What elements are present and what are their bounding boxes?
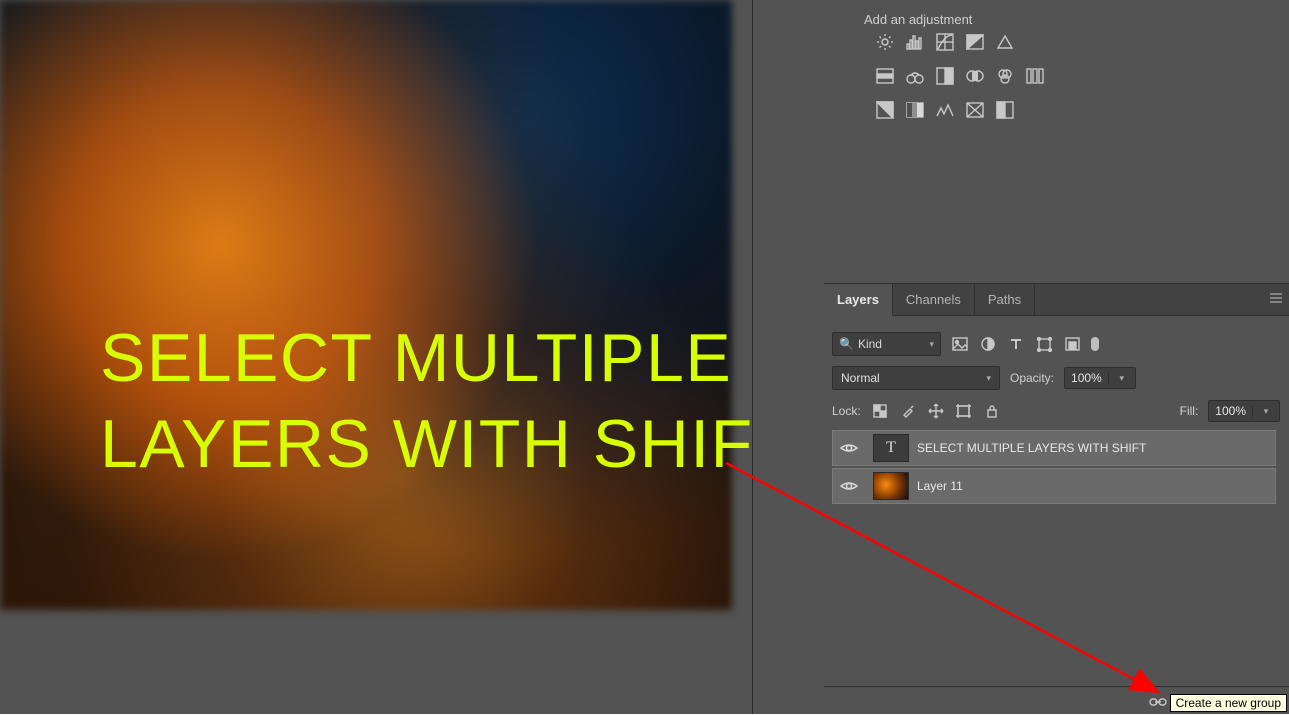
- filter-kind-dropdown[interactable]: 🔍 Kind ▾: [832, 332, 941, 356]
- blend-mode-value: Normal: [841, 371, 880, 385]
- layer-thumbnail-text-icon[interactable]: T: [873, 434, 909, 462]
- tab-layers[interactable]: Layers: [824, 284, 893, 316]
- chevron-down-icon: ▾: [986, 373, 991, 384]
- brightness-icon[interactable]: [876, 33, 894, 51]
- layers-tabbar: Layers Channels Paths: [824, 284, 1289, 316]
- layer-row[interactable]: T SELECT MULTIPLE LAYERS WITH SHIFT: [832, 430, 1276, 466]
- tooltip-create-group: Create a new group: [1170, 694, 1287, 712]
- vibrance-icon[interactable]: [876, 67, 894, 85]
- channel-mixer-icon[interactable]: [1026, 67, 1044, 85]
- threshold-icon[interactable]: [936, 101, 954, 119]
- right-panels: Add an adjustment: [824, 0, 1289, 716]
- posterize-icon[interactable]: [906, 101, 924, 119]
- panel-gap: [752, 0, 825, 716]
- lock-all-icon[interactable]: [983, 402, 1001, 420]
- gradient-map-icon[interactable]: [966, 101, 984, 119]
- search-icon: 🔍: [839, 337, 854, 351]
- adjustments-title: Add an adjustment: [864, 12, 972, 27]
- layer-thumbnail-image[interactable]: [873, 472, 909, 500]
- filter-adjustment-icon[interactable]: [979, 335, 997, 353]
- invert-icon[interactable]: [876, 101, 894, 119]
- blend-mode-dropdown[interactable]: Normal ▾: [832, 366, 1000, 390]
- curves-icon[interactable]: [936, 33, 954, 51]
- filter-text-icon[interactable]: [1007, 335, 1025, 353]
- layer-name[interactable]: Layer 11: [917, 479, 963, 493]
- filter-toggle-switch[interactable]: [1091, 337, 1099, 351]
- color-balance-icon[interactable]: [936, 67, 954, 85]
- adjustments-panel: Add an adjustment: [824, 0, 1289, 284]
- opacity-input[interactable]: 100% ▾: [1064, 367, 1136, 389]
- filter-shape-icon[interactable]: [1035, 335, 1053, 353]
- layer-list: T SELECT MULTIPLE LAYERS WITH SHIFT Laye…: [832, 430, 1276, 506]
- photo-filter-icon[interactable]: [996, 67, 1014, 85]
- chevron-down-icon: ▾: [1252, 406, 1279, 417]
- layer-name[interactable]: SELECT MULTIPLE LAYERS WITH SHIFT: [917, 441, 1146, 455]
- canvas-text-overlay: SELECT MULTIPLE LAYERS WITH SHIFT: [100, 315, 720, 487]
- lock-artboard-icon[interactable]: [955, 402, 973, 420]
- fill-label: Fill:: [1180, 404, 1199, 418]
- filter-pixel-icon[interactable]: [951, 335, 969, 353]
- visibility-eye-icon[interactable]: [833, 469, 865, 503]
- visibility-eye-icon[interactable]: [833, 431, 865, 465]
- panel-menu-icon[interactable]: [1269, 292, 1283, 306]
- opacity-value: 100%: [1065, 371, 1108, 385]
- lock-transparency-icon[interactable]: [871, 402, 889, 420]
- layers-panel: Layers Channels Paths 🔍 Kind ▾: [824, 284, 1289, 716]
- chevron-down-icon: ▾: [1108, 373, 1135, 384]
- chevron-down-icon: ▾: [929, 339, 934, 350]
- blend-row: Normal ▾ Opacity: 100% ▾: [832, 366, 1280, 390]
- tab-channels[interactable]: Channels: [893, 284, 975, 315]
- vibrance-triangle-icon[interactable]: [996, 33, 1014, 51]
- filter-kind-label: Kind: [858, 337, 882, 351]
- lock-row: Lock: Fill: 100% ▾: [832, 400, 1280, 422]
- exposure-icon[interactable]: [966, 33, 984, 51]
- bw-icon[interactable]: [966, 67, 984, 85]
- link-layers-icon[interactable]: [1149, 693, 1167, 711]
- lock-position-icon[interactable]: [927, 402, 945, 420]
- filter-smart-icon[interactable]: [1063, 335, 1081, 353]
- fill-input[interactable]: 100% ▾: [1208, 400, 1280, 422]
- document-image: [0, 0, 732, 610]
- selective-color-icon[interactable]: [996, 101, 1014, 119]
- tab-paths[interactable]: Paths: [975, 284, 1035, 315]
- layer-filter-row: 🔍 Kind ▾: [832, 332, 1099, 356]
- lock-label: Lock:: [832, 404, 861, 418]
- levels-icon[interactable]: [906, 33, 924, 51]
- layer-row[interactable]: Layer 11: [832, 468, 1276, 504]
- lock-paint-icon[interactable]: [899, 402, 917, 420]
- fill-value: 100%: [1209, 404, 1252, 418]
- hue-sat-icon[interactable]: [906, 67, 924, 85]
- opacity-label: Opacity:: [1010, 371, 1054, 385]
- canvas-area[interactable]: SELECT MULTIPLE LAYERS WITH SHIFT: [0, 0, 752, 693]
